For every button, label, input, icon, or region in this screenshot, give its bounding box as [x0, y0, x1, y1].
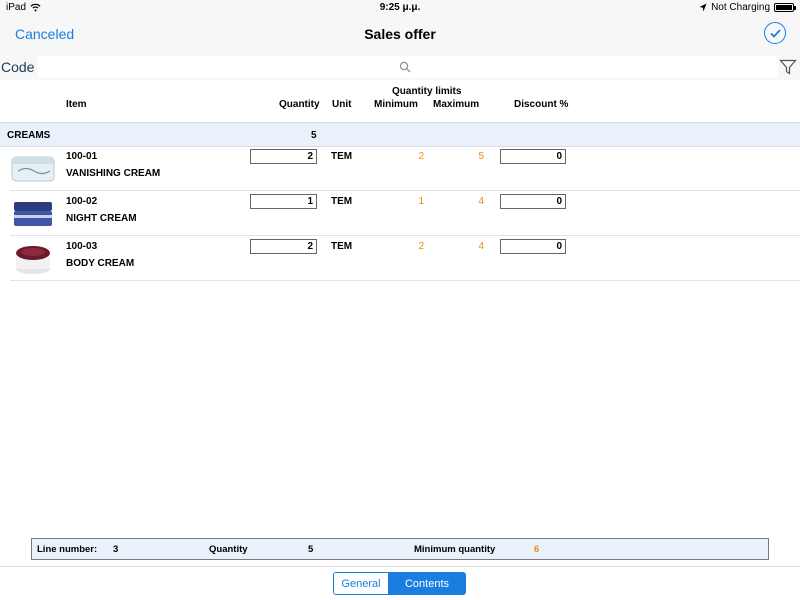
- tab-contents[interactable]: Contents: [389, 573, 465, 594]
- group-quantity: 5: [311, 130, 317, 141]
- group-name: CREAMS: [7, 130, 51, 141]
- page-title: Sales offer: [364, 26, 436, 42]
- table-row[interactable]: 100-01 VANISHING CREAM TEM 2 5: [10, 147, 800, 191]
- item-minimum: 2: [418, 241, 424, 252]
- header-unit: Unit: [332, 99, 352, 110]
- minimum-quantity-label: Minimum quantity: [414, 544, 496, 555]
- discount-input[interactable]: [500, 194, 566, 209]
- item-maximum: 5: [478, 151, 484, 162]
- bottom-bar: General Contents: [0, 566, 800, 600]
- item-name: NIGHT CREAM: [66, 213, 137, 224]
- header-maximum: Maximum: [433, 99, 480, 110]
- header-quantity-limits: Quantity limits: [392, 86, 462, 97]
- search-row: Code: [0, 54, 800, 80]
- quantity-input[interactable]: [250, 239, 317, 254]
- location-arrow-icon: [699, 3, 707, 12]
- body-cream-image: [16, 246, 50, 274]
- search-icon: [399, 61, 411, 73]
- table-row[interactable]: 100-03 BODY CREAM TEM 2 4: [10, 237, 800, 281]
- discount-input[interactable]: [500, 149, 566, 164]
- status-right: Not Charging: [699, 2, 796, 13]
- table-row[interactable]: 100-02 NIGHT CREAM TEM 1 4: [10, 192, 800, 236]
- battery-icon: [774, 3, 796, 12]
- view-segmented-control: General Contents: [333, 572, 466, 595]
- quantity-input[interactable]: [250, 149, 317, 164]
- quantity-input[interactable]: [250, 194, 317, 209]
- code-label: Code: [1, 59, 35, 75]
- header-item: Item: [66, 99, 87, 110]
- item-maximum: 4: [478, 241, 484, 252]
- header-minimum: Minimum: [374, 99, 418, 110]
- summary-quantity-value: 5: [308, 544, 314, 555]
- line-number-label: Line number:: [37, 544, 98, 555]
- status-bar: iPad 9:25 μ.μ. Not Charging: [0, 0, 800, 16]
- summary-quantity-label: Quantity: [209, 544, 248, 555]
- item-name: BODY CREAM: [66, 258, 135, 269]
- tab-general[interactable]: General: [334, 573, 389, 594]
- item-maximum: 4: [478, 196, 484, 207]
- item-code: 100-02: [66, 196, 98, 207]
- night-cream-image: [14, 202, 52, 226]
- group-row[interactable]: CREAMS 5: [0, 122, 800, 147]
- checkmark-icon: [769, 28, 781, 38]
- line-number-value: 3: [113, 544, 119, 555]
- navigation-bar: Canceled Sales offer: [0, 16, 800, 54]
- header-discount: Discount %: [514, 99, 569, 110]
- item-unit: TEM: [331, 196, 353, 207]
- item-unit: TEM: [331, 241, 353, 252]
- item-minimum: 1: [418, 196, 424, 207]
- confirm-button[interactable]: [764, 22, 786, 44]
- discount-input[interactable]: [500, 239, 566, 254]
- header-quantity: Quantity: [279, 99, 320, 110]
- minimum-quantity-value: 6: [534, 544, 540, 555]
- vanishing-cream-image: [11, 156, 55, 182]
- item-code: 100-01: [66, 151, 98, 162]
- item-name: VANISHING CREAM: [66, 168, 161, 179]
- status-time: 9:25 μ.μ.: [379, 2, 421, 13]
- item-unit: TEM: [331, 151, 353, 162]
- column-header: Item Quantity Unit Quantity limits Minim…: [0, 80, 800, 122]
- filter-icon[interactable]: [779, 58, 797, 76]
- item-code: 100-03: [66, 241, 98, 252]
- charging-status: Not Charging: [711, 2, 770, 13]
- summary-bar: Line number: 3 Quantity 5 Minimum quanti…: [31, 538, 769, 560]
- item-minimum: 2: [418, 151, 424, 162]
